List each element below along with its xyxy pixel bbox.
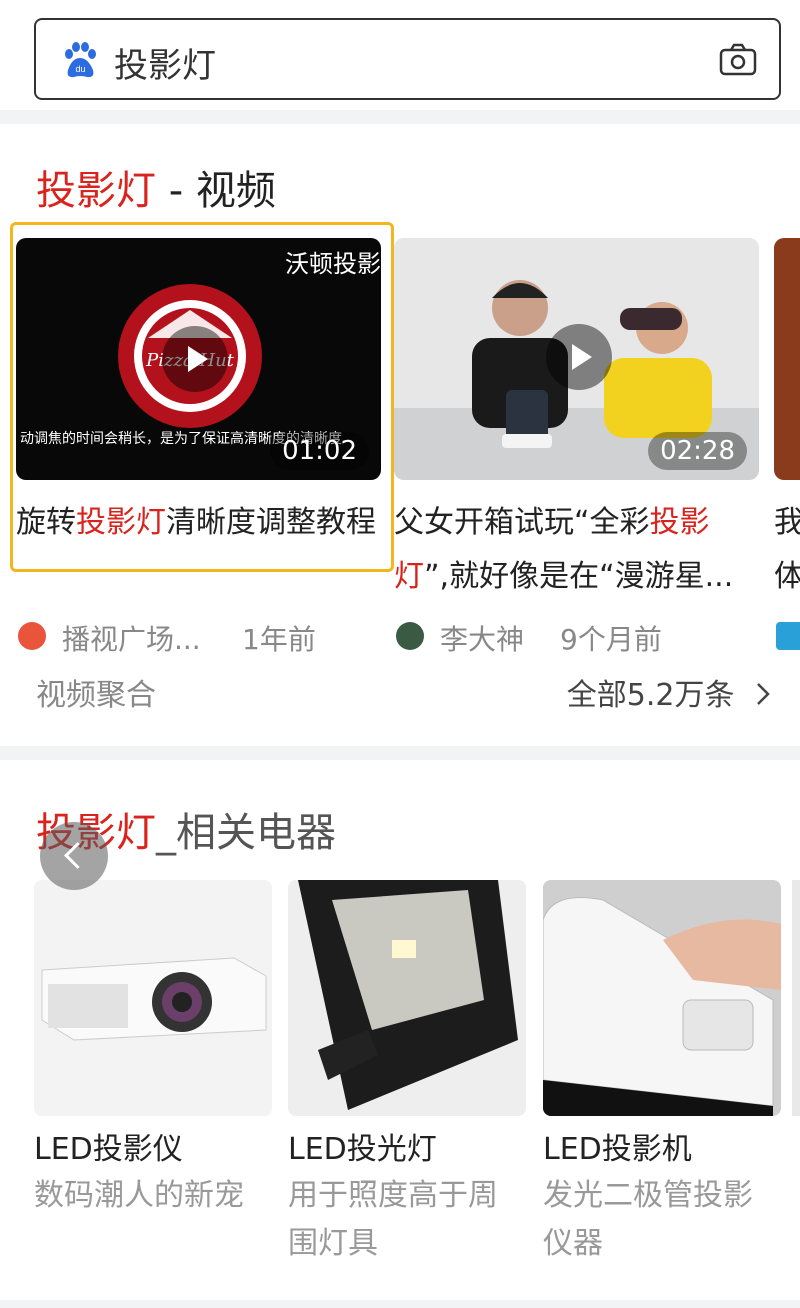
top-bar: du 投影灯 bbox=[0, 0, 800, 110]
video-card[interactable]: 我 体 bbox=[774, 238, 800, 678]
product-desc: 数码潮人的新宠 bbox=[34, 1178, 244, 1213]
video-time: 9个月前 bbox=[560, 623, 662, 656]
avatar bbox=[776, 622, 800, 650]
video-title[interactable]: 父女开箱试玩“全彩投影灯”,就好像是在“漫游星... bbox=[394, 496, 759, 604]
projector-image bbox=[34, 880, 272, 1116]
product-card-partial[interactable] bbox=[792, 880, 800, 1116]
product-card[interactable]: LED投影机 发光二极管投影仪器 bbox=[543, 880, 781, 1268]
video-source: 李大神 bbox=[440, 623, 525, 656]
product-name: LED投光灯 bbox=[288, 1132, 437, 1167]
chevron-right-icon bbox=[757, 683, 770, 705]
search-query[interactable]: 投影灯 bbox=[114, 38, 216, 87]
video-overlay-title: 沃顿投影 bbox=[285, 250, 381, 278]
product-desc: 用于照度高于周围灯具 bbox=[288, 1178, 498, 1261]
mini-projector-image bbox=[543, 880, 781, 1116]
play-icon[interactable] bbox=[162, 326, 228, 392]
svg-text:du: du bbox=[75, 64, 85, 74]
video-source: 播视广场... bbox=[62, 623, 201, 656]
camera-icon[interactable] bbox=[719, 42, 757, 78]
back-arrow-icon[interactable] bbox=[40, 822, 108, 890]
video-aggregate-label[interactable]: 视频聚合 bbox=[36, 670, 156, 714]
video-title[interactable]: 旋转投影灯清晰度调整教程 bbox=[16, 496, 381, 550]
baidu-paw-icon: du bbox=[65, 42, 96, 78]
video-section: 投影灯 - 视频 Pizza Hut 沃顿投影 动调焦的时间会稍长，是为了保证高… bbox=[0, 124, 800, 746]
video-thumbnail[interactable] bbox=[774, 238, 800, 480]
video-meta: 播视广场... 1年前 bbox=[16, 618, 381, 658]
product-desc: 发光二极管投影仪器 bbox=[543, 1178, 753, 1261]
flood-light-image bbox=[288, 880, 526, 1116]
video-duration: 02:28 bbox=[648, 432, 747, 470]
video-duration: 01:02 bbox=[270, 432, 369, 470]
product-card[interactable]: LED投光灯 用于照度高于周围灯具 bbox=[288, 880, 526, 1268]
video-section-title[interactable]: 投影灯 - 视频 bbox=[36, 158, 276, 216]
product-name: LED投影机 bbox=[543, 1132, 692, 1167]
video-thumbnail[interactable]: Pizza Hut 沃顿投影 动调焦的时间会稍长，是为了保证高清晰度的清晰度 0… bbox=[16, 238, 381, 480]
view-all-videos-link[interactable]: 全部5.2万条 bbox=[567, 670, 774, 714]
search-box[interactable]: du 投影灯 bbox=[34, 18, 781, 100]
play-icon[interactable] bbox=[546, 324, 612, 390]
product-card[interactable]: LED投影仪 数码潮人的新宠 bbox=[34, 880, 272, 1220]
avatar bbox=[396, 622, 424, 650]
appliance-section: 投影灯_相关电器 LED投影仪 数码潮人的新宠 bbox=[0, 760, 800, 1300]
video-thumbnail[interactable]: 02:28 bbox=[394, 238, 759, 480]
video-time: 1年前 bbox=[242, 623, 316, 656]
video-meta: 李大神 9个月前 bbox=[394, 618, 759, 658]
product-name: LED投影仪 bbox=[34, 1132, 183, 1167]
video-title[interactable]: 我 体 bbox=[774, 496, 800, 604]
avatar bbox=[18, 622, 46, 650]
video-meta bbox=[774, 618, 800, 658]
